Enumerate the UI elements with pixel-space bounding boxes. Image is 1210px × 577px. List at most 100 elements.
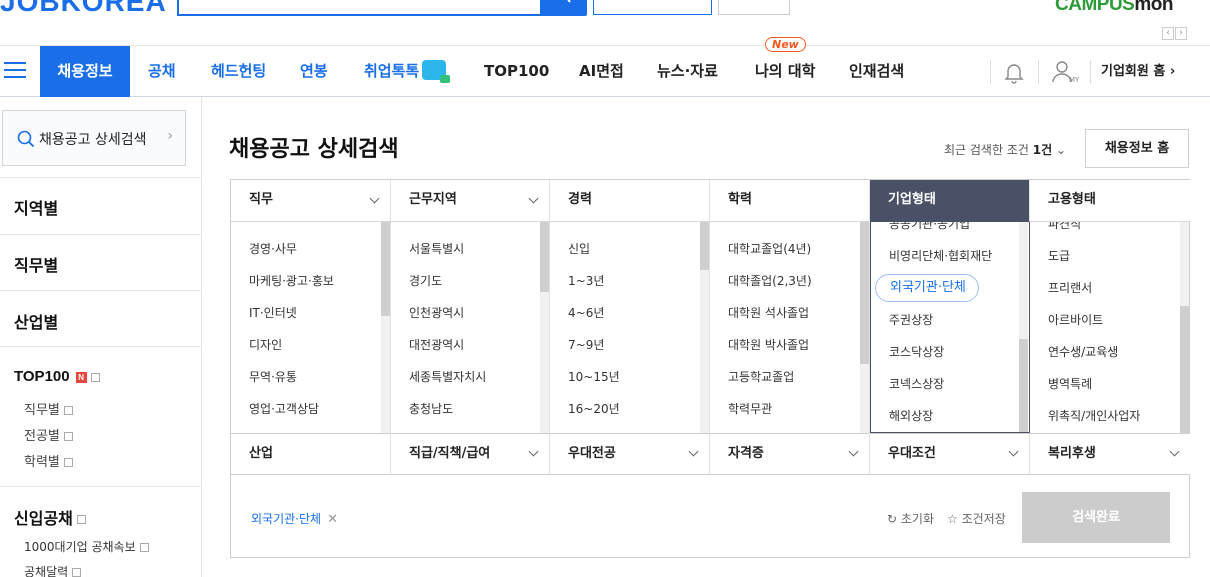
campusmon-logo[interactable]: CAMPUSmon	[1055, 0, 1173, 16]
nav-recruit-info[interactable]: 채용정보	[40, 46, 130, 97]
list-item[interactable]: 10~15년	[568, 368, 620, 385]
filter-certificate[interactable]: 자격증	[710, 433, 870, 475]
selected-option-chip[interactable]: 외국기관·단체	[875, 274, 979, 302]
sidebar-item-region[interactable]: 지역별	[14, 195, 58, 219]
sidebar-gongchae[interactable]: 신입공채	[14, 505, 86, 529]
list-item[interactable]: 대전광역시	[409, 336, 464, 353]
sidebar-top100-job[interactable]: 직무별	[24, 399, 73, 418]
scrollbar[interactable]	[700, 222, 709, 433]
list-item[interactable]: 도급	[1048, 247, 1070, 264]
nav-salary[interactable]: 연봉	[300, 46, 328, 97]
list-item[interactable]: 인천광역시	[409, 304, 464, 321]
list-item[interactable]: 4~6년	[568, 304, 604, 321]
list-item[interactable]: 영업·고객상담	[249, 400, 319, 417]
list-item[interactable]: 경영·사무	[249, 240, 297, 257]
scrollbar-thumb[interactable]	[860, 222, 869, 364]
sidebar-top100-major[interactable]: 전공별	[24, 425, 73, 444]
scrollbar-thumb[interactable]	[1180, 306, 1189, 433]
list-item[interactable]: 경기도	[409, 272, 442, 289]
list-item[interactable]: 프리랜서	[1048, 279, 1092, 296]
list-item[interactable]: 마케팅·광고·홍보	[249, 272, 334, 289]
filter-welfare[interactable]: 복리후생	[1030, 433, 1190, 475]
list-item[interactable]: 위촉직/개인사업자	[1048, 407, 1140, 424]
sidebar-top100-education[interactable]: 학력별	[24, 451, 73, 470]
list-item[interactable]: 비영리단체·협회재단	[889, 247, 992, 264]
scrollbar[interactable]	[1180, 222, 1189, 433]
scrollbar[interactable]	[860, 222, 869, 433]
recent-search-dropdown[interactable]: 최근 검색한 조건 1건 ⌄	[944, 141, 1066, 158]
scrollbar[interactable]	[1019, 222, 1028, 432]
filter-preferred-conditions[interactable]: 우대조건	[870, 433, 1030, 475]
nav-gongchae[interactable]: 공채	[148, 46, 176, 97]
scrollbar-thumb[interactable]	[700, 222, 709, 270]
main-search-button[interactable]	[541, 0, 587, 16]
nav-top100[interactable]: TOP100	[484, 46, 549, 97]
scrollbar-thumb[interactable]	[1019, 339, 1028, 432]
recruit-home-button[interactable]: 채용정보 홈	[1085, 129, 1189, 168]
list-item[interactable]: 공공기관·공기업	[889, 222, 970, 232]
sidebar-gongchae-news[interactable]: 1000대기업 공채속보	[24, 538, 149, 555]
list-item[interactable]: 디자인	[249, 336, 282, 353]
scrollbar-thumb[interactable]	[381, 222, 390, 316]
close-icon[interactable]: ✕	[327, 512, 338, 527]
list-item[interactable]: 대학원 박사졸업	[728, 336, 809, 353]
scrollbar-thumb[interactable]	[540, 222, 549, 292]
list-item[interactable]: 아르바이트	[1048, 311, 1103, 328]
filter-preferred-major[interactable]: 우대전공	[550, 433, 710, 475]
sidebar-top100[interactable]: TOP100 N	[14, 368, 100, 385]
list-item[interactable]: 병역특례	[1048, 375, 1092, 392]
list-item[interactable]: 세종특별자치시	[409, 368, 486, 385]
nav-talent-search[interactable]: 인재검색	[849, 46, 904, 97]
detail-search-top-button[interactable]	[593, 0, 712, 15]
list-item[interactable]: 고등학교졸업	[728, 368, 794, 385]
tab-company-type[interactable]: 기업형태	[870, 180, 1030, 222]
reset-button[interactable]: ↻ 초기화	[887, 510, 934, 527]
sidebar-gongchae-calendar[interactable]: 공채달력	[24, 563, 82, 577]
tab-job[interactable]: 직무	[231, 180, 391, 222]
list-item[interactable]: 대학졸업(2,3년)	[728, 272, 812, 289]
save-condition-button[interactable]: ☆ 조건저장	[947, 510, 1006, 527]
list-item[interactable]: 대학교졸업(4년)	[728, 240, 811, 257]
list-item[interactable]: 파견직	[1048, 222, 1081, 232]
chevron-left-icon[interactable]: ‹	[1162, 27, 1174, 40]
jobkorea-logo[interactable]: JOBKOREA	[0, 0, 167, 18]
list-item[interactable]: 주권상장	[889, 311, 933, 328]
list-item[interactable]: 무역·유통	[249, 368, 297, 385]
bell-icon[interactable]	[1002, 60, 1026, 88]
list-item[interactable]: 서울특별시	[409, 240, 464, 257]
list-item[interactable]: 학력무관	[728, 400, 772, 417]
search-complete-button[interactable]: 검색완료	[1022, 492, 1170, 543]
nav-my-university[interactable]: 나의 대학	[755, 46, 815, 97]
list-item[interactable]: 대학원 석사졸업	[728, 304, 809, 321]
list-item[interactable]: 코스닥상장	[889, 343, 944, 360]
tab-region[interactable]: 근무지역	[391, 180, 550, 222]
corporate-home-link[interactable]: 기업회원 홈 ›	[1101, 46, 1175, 97]
sidebar-item-job[interactable]: 직무별	[14, 252, 58, 276]
list-item[interactable]: 7~9년	[568, 336, 604, 353]
my-page-icon[interactable]: MY	[1052, 60, 1082, 88]
chevron-right-icon[interactable]: ›	[1175, 27, 1187, 40]
main-search-input[interactable]	[177, 0, 542, 16]
tab-employment-type[interactable]: 고용형태	[1030, 180, 1190, 222]
tab-career[interactable]: 경력	[550, 180, 710, 222]
menu-icon[interactable]	[4, 62, 26, 80]
sidebar-item-industry[interactable]: 산업별	[14, 309, 58, 333]
list-item[interactable]: IT·인터넷	[249, 304, 297, 321]
sidebar-detail-search[interactable]: 채용공고 상세검색 ›	[2, 110, 186, 166]
list-item[interactable]: 해외상장	[889, 407, 933, 424]
list-item[interactable]: 충청남도	[409, 400, 453, 417]
list-item[interactable]: 1~3년	[568, 272, 604, 289]
nav-ai-interview[interactable]: AI면접	[579, 46, 624, 97]
nav-headhunting[interactable]: 헤드헌팅	[211, 46, 266, 97]
list-item[interactable]: 16~20년	[568, 400, 620, 417]
filter-industry[interactable]: 산업	[231, 433, 391, 475]
nav-news[interactable]: 뉴스·자료	[657, 46, 718, 97]
nav-talk[interactable]: 취업톡톡	[364, 46, 451, 97]
tab-education[interactable]: 학력	[710, 180, 870, 222]
list-item[interactable]: 코넥스상장	[889, 375, 944, 392]
list-item[interactable]: 신입	[568, 240, 590, 257]
scrollbar[interactable]	[381, 222, 390, 433]
list-item[interactable]: 연수생/교육생	[1048, 343, 1118, 360]
scrollbar[interactable]	[540, 222, 549, 433]
top-secondary-button[interactable]	[718, 0, 790, 15]
